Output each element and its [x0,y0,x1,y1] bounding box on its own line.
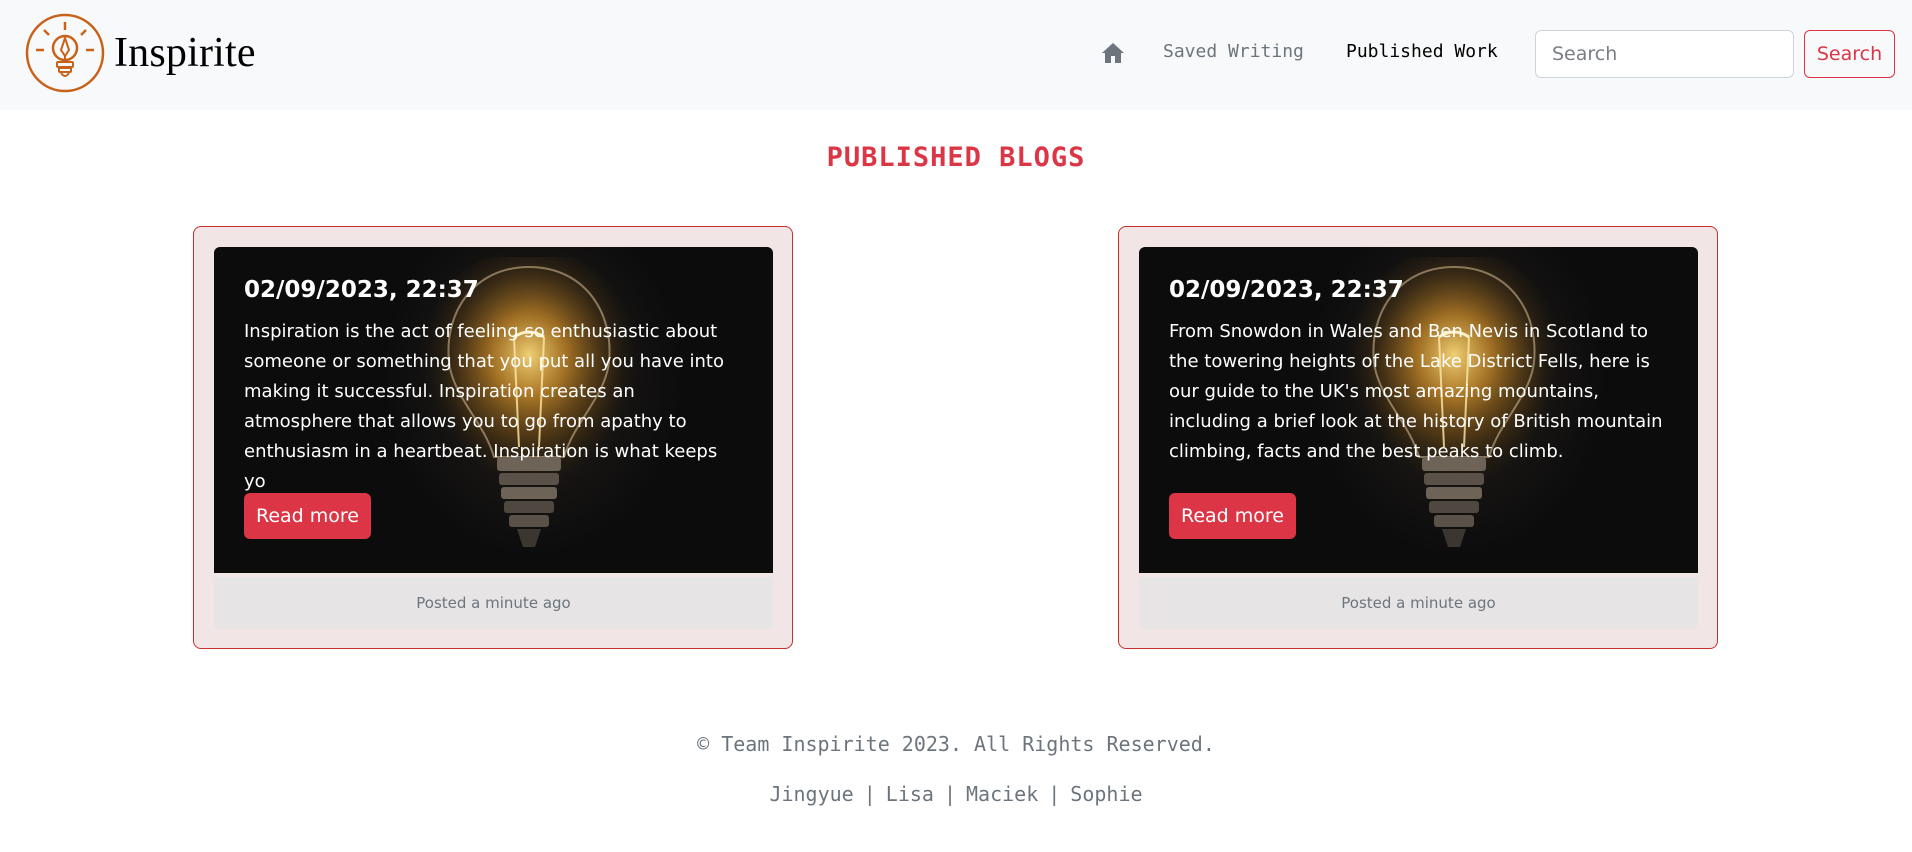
blog-card: 02/09/2023, 22:37 From Snowdon in Wales … [1118,226,1718,649]
search-input[interactable] [1535,30,1794,78]
card-date: 02/09/2023, 22:37 [1169,277,1404,303]
copyright-text: © Team Inspirite 2023. All Rights Reserv… [697,732,1215,756]
logo-icon [25,13,105,93]
nav-home-link[interactable] [1100,40,1126,66]
search-button[interactable]: Search [1804,30,1895,78]
member-name: Maciek [966,782,1039,806]
read-more-button[interactable]: Read more [244,493,371,539]
nav-saved-writing[interactable]: Saved Writing [1163,41,1304,62]
team-members: Jingyue | Lisa | Maciek | Sophie [0,782,1912,806]
separator: | [943,782,956,806]
card-image: 02/09/2023, 22:37 Inspiration is the act… [214,247,773,573]
home-icon [1102,43,1124,63]
card-body: 02/09/2023, 22:37 Inspiration is the act… [244,277,743,497]
member-name: Jingyue [769,782,854,806]
card-text: Inspiration is the act of feeling so ent… [244,321,724,492]
blog-card: 02/09/2023, 22:37 Inspiration is the act… [193,226,793,649]
nav-published-work[interactable]: Published Work [1346,41,1498,62]
card-date: 02/09/2023, 22:37 [244,277,479,303]
separator: | [863,782,876,806]
card-footer: Posted a minute ago [214,577,773,629]
card-image: 02/09/2023, 22:37 From Snowdon in Wales … [1139,247,1698,573]
card-text: From Snowdon in Wales and Ben Nevis in S… [1169,321,1663,462]
member-name: Sophie [1070,782,1143,806]
read-more-button[interactable]: Read more [1169,493,1296,539]
card-body: 02/09/2023, 22:37 From Snowdon in Wales … [1169,277,1668,467]
separator: | [1048,782,1061,806]
member-name: Lisa [885,782,934,806]
card-footer: Posted a minute ago [1139,577,1698,629]
navbar: Inspirite Saved Writing Published Work S… [0,0,1912,110]
page-title: PUBLISHED BLOGS [826,142,1086,173]
brand[interactable]: Inspirite [24,12,256,94]
brand-name: Inspirite [114,30,256,76]
